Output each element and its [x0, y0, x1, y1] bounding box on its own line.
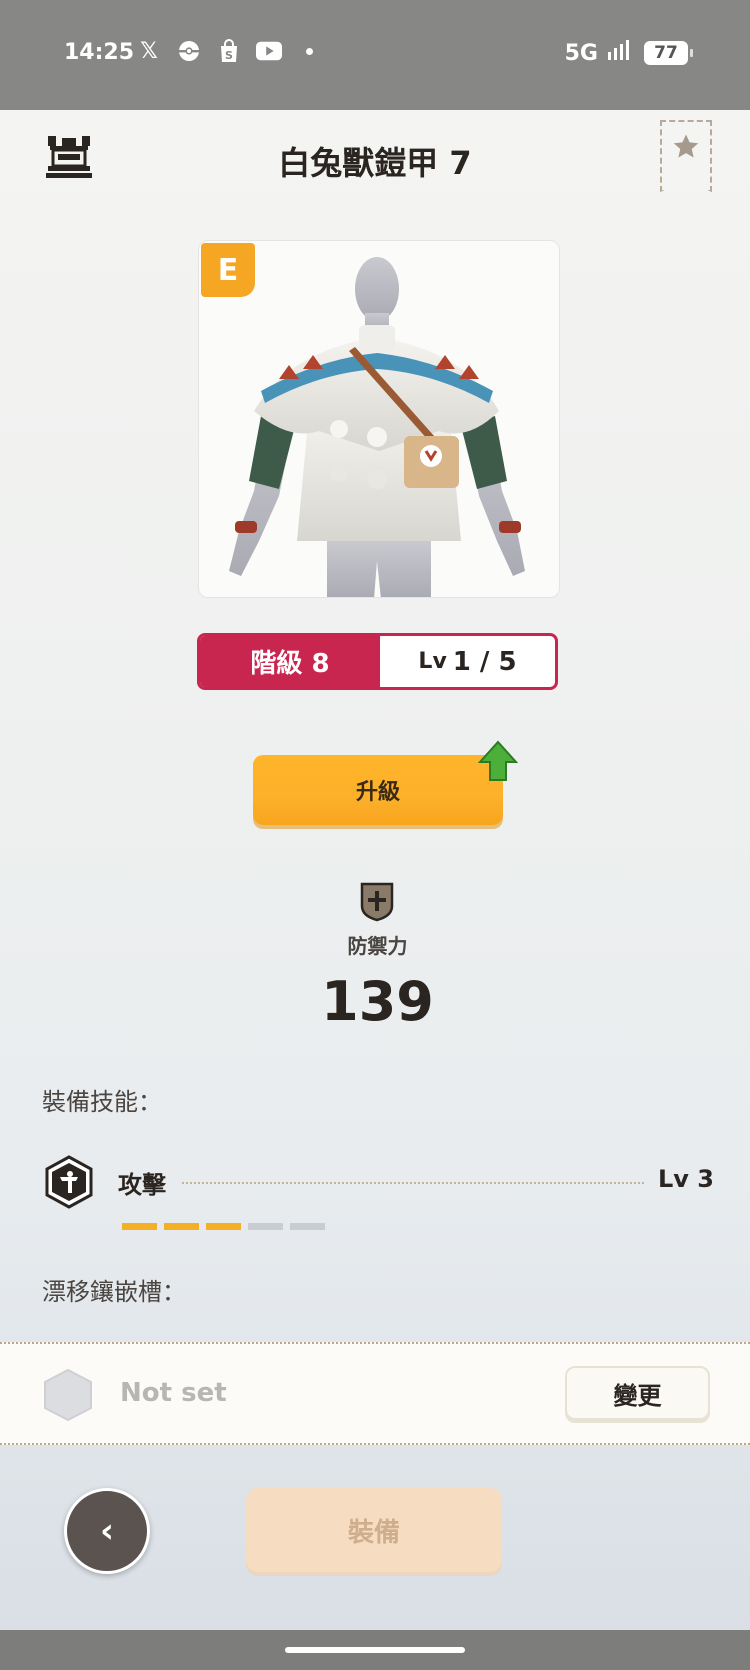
grade-level-pill: 階級 8 Lv 1 / 5	[197, 633, 558, 690]
skill-level-segment	[164, 1223, 199, 1230]
level-indicator: Lv 1 / 5	[380, 636, 555, 687]
drift-slot-row: Not set 變更	[0, 1342, 750, 1445]
skills-section-label: 裝備技能：	[42, 1088, 162, 1116]
battery-icon: 77	[644, 41, 693, 65]
skill-row[interactable]: 攻擊 Lv 3	[42, 1155, 714, 1245]
skill-level: Lv 3	[658, 1165, 714, 1193]
skill-level-segment	[248, 1223, 283, 1230]
system-nav-bar	[0, 1630, 750, 1670]
attack-skill-icon	[42, 1155, 96, 1209]
pokeball-icon	[176, 38, 202, 64]
skill-leader-line	[182, 1182, 644, 1184]
chevron-left-icon: ‹	[99, 1511, 114, 1551]
youtube-icon	[256, 38, 282, 64]
shield-icon	[360, 882, 394, 922]
skill-level-segment	[290, 1223, 325, 1230]
level-prefix: Lv	[418, 649, 447, 674]
armor-detail-screen: 白兔獸鎧甲 7 E 階級 8 Lv 1 / 5 升級 防禦力 139 裝備技能：…	[0, 110, 750, 1630]
x-icon: 𝕏	[140, 38, 158, 64]
defense-value: 139	[321, 970, 434, 1033]
level-value: 1 / 5	[452, 646, 517, 677]
status-time: 14:25	[64, 40, 135, 65]
defense-label: 防禦力	[347, 934, 408, 958]
white-rabbit-armor-icon	[229, 257, 525, 597]
nav-bar: 白兔獸鎧甲 7	[0, 110, 750, 210]
page-title: 白兔獸鎧甲 7	[278, 144, 472, 182]
skill-name: 攻擊	[118, 1171, 166, 1199]
status-notification-icons: 𝕏 S	[136, 38, 322, 64]
equip-button[interactable]: 裝備	[246, 1488, 502, 1572]
status-bar: 14:25 𝕏 S 5G 77	[0, 0, 750, 110]
network-label: 5G	[564, 40, 598, 66]
skill-level-bar	[122, 1223, 325, 1230]
change-slot-button[interactable]: 變更	[565, 1366, 710, 1420]
back-button[interactable]: ‹	[64, 1488, 150, 1574]
slot-status: Not set	[120, 1378, 227, 1408]
rarity-badge: E	[201, 243, 255, 297]
skill-level-segment	[122, 1223, 157, 1230]
slots-section-label: 漂移鑲嵌槽：	[42, 1278, 186, 1306]
skill-level-segment	[206, 1223, 241, 1230]
upgrade-available-arrow-icon	[477, 740, 519, 784]
status-right: 5G 77	[564, 40, 693, 66]
home-indicator[interactable]	[285, 1647, 465, 1653]
signal-icon	[608, 40, 634, 66]
grade-label: 階級 8	[200, 636, 380, 687]
star-bookmark-icon[interactable]	[660, 120, 712, 192]
upgrade-button[interactable]: 升級	[253, 755, 503, 825]
empty-slot-hex-icon	[42, 1368, 94, 1422]
svg-text:S: S	[225, 49, 233, 62]
dot-icon	[296, 38, 322, 64]
shopping-bag-icon: S	[216, 38, 242, 64]
armor-preview-card: E	[198, 240, 560, 598]
